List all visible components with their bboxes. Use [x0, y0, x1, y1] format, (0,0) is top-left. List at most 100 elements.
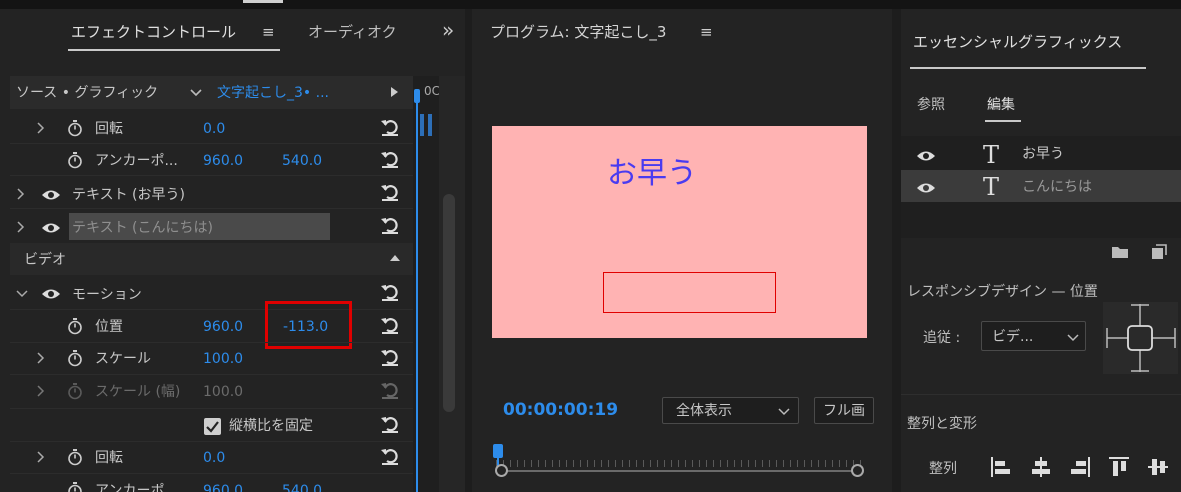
tab-browse[interactable]: 参照 [917, 95, 945, 115]
clip-label[interactable]: 文字起こし_3• ... [217, 83, 329, 103]
align-transform-label: 整列と変形 [907, 416, 977, 432]
quality-select[interactable]: フル画 [814, 397, 874, 424]
text-type-icon: T [983, 173, 1000, 201]
follow-select[interactable]: ビデ... [981, 321, 1086, 351]
layer-name[interactable]: お早う [1022, 144, 1064, 164]
anchor-label: アンカーポ... [95, 483, 178, 492]
position-y-value[interactable]: -113.0 [283, 317, 328, 337]
work-area-bar[interactable] [504, 470, 856, 472]
program-title[interactable]: プログラム: 文字起こし_3 [490, 22, 666, 42]
rotate-value[interactable]: 0.0 [203, 448, 225, 468]
row-divider [10, 473, 413, 474]
text-bounding-box[interactable] [603, 272, 776, 313]
reset-icon[interactable] [379, 117, 401, 137]
reset-icon[interactable] [379, 149, 401, 169]
align-center-v-icon[interactable] [1147, 456, 1169, 478]
timecode[interactable]: 00:00:00:19 [503, 400, 618, 420]
anchor-x-value[interactable]: 960.0 [203, 151, 243, 171]
align-right-icon[interactable] [1069, 456, 1091, 478]
reset-icon[interactable] [379, 347, 401, 367]
reset-icon[interactable] [379, 182, 401, 202]
scale-width-value: 100.0 [203, 384, 244, 400]
title-underline [910, 67, 1146, 69]
uniform-scale-label[interactable]: 縦横比を固定 [229, 416, 313, 436]
checkmark-icon [206, 421, 219, 433]
pin-widget[interactable] [1103, 302, 1178, 374]
responsive-design-label: レスポンシブデザイン — 位置 [907, 284, 1098, 300]
row-divider [10, 309, 413, 310]
playhead-line [416, 101, 418, 492]
row-divider [10, 441, 413, 442]
chevron-down-icon [1067, 334, 1079, 342]
reset-icon[interactable] [379, 414, 401, 434]
chevron-down-icon[interactable] [16, 290, 28, 298]
tab-edit[interactable]: 編集 [987, 95, 1015, 115]
eye-icon[interactable] [41, 188, 61, 202]
eye-icon[interactable] [916, 149, 936, 163]
stopwatch-icon[interactable] [67, 317, 83, 335]
anchor-y-value[interactable]: 540.0 [282, 481, 322, 492]
chevron-down-icon [778, 408, 790, 416]
anchor-x-value[interactable]: 960.0 [203, 481, 243, 492]
program-monitor-panel: プログラム: 文字起こし_3 ≡ お早う 00:00:00:19 全体表示 フル… [472, 9, 892, 492]
panel-menu-icon[interactable]: ≡ [262, 22, 275, 42]
stopwatch-icon[interactable] [67, 151, 83, 169]
chevron-right-icon[interactable] [17, 188, 25, 200]
out-point-handle[interactable] [851, 464, 864, 477]
playhead-handle[interactable] [493, 444, 503, 458]
scrollbar-thumb[interactable] [443, 194, 455, 412]
align-center-h-icon[interactable] [1030, 456, 1052, 478]
program-preview-canvas[interactable]: お早う [492, 126, 867, 338]
chevron-right-icon[interactable] [37, 451, 45, 463]
section-divider [901, 394, 1181, 395]
video-section-label: ビデオ [24, 252, 66, 268]
stopwatch-icon[interactable] [67, 448, 83, 466]
reset-icon[interactable] [379, 282, 401, 302]
scale-value[interactable]: 100.0 [203, 349, 243, 369]
text-layer-label[interactable]: テキスト (こんにちは) [72, 218, 213, 238]
folder-icon[interactable] [1111, 245, 1129, 259]
stopwatch-icon[interactable] [67, 349, 83, 367]
row-divider [10, 342, 413, 343]
rotate-value[interactable]: 0.0 [203, 119, 225, 139]
align-top-icon[interactable] [1108, 456, 1130, 478]
stopwatch-icon[interactable] [67, 119, 83, 137]
top-strip [0, 0, 1181, 9]
reset-icon [381, 383, 398, 399]
motion-label: モーション [72, 287, 142, 303]
chevron-right-icon[interactable] [37, 122, 45, 134]
row-divider [10, 143, 413, 144]
reset-icon[interactable] [379, 215, 401, 235]
eye-icon[interactable] [916, 181, 936, 195]
panel-menu-icon[interactable]: ≡ [700, 22, 713, 42]
time-ruler[interactable] [496, 446, 862, 470]
play-icon[interactable] [391, 87, 398, 97]
position-x-value[interactable]: 960.0 [203, 317, 243, 337]
uniform-scale-checkbox[interactable] [204, 418, 221, 435]
tab-underline [68, 49, 280, 51]
tab-effect-controls[interactable]: エフェクトコントロール [71, 22, 236, 42]
reset-icon[interactable] [379, 446, 401, 466]
anchor-y-value[interactable]: 540.0 [282, 151, 322, 171]
new-layer-icon[interactable] [1151, 244, 1167, 260]
essential-graphics-title[interactable]: エッセンシャルグラフィックス [913, 32, 1122, 52]
layer-name[interactable]: こんにちは [1022, 177, 1092, 197]
in-point-handle[interactable] [495, 464, 508, 477]
chevron-right-icon[interactable] [17, 221, 25, 233]
text-layer-label[interactable]: テキスト (お早う) [72, 185, 185, 205]
eye-icon[interactable] [41, 221, 61, 235]
stopwatch-icon[interactable] [67, 481, 83, 492]
preview-title-text[interactable]: お早う [607, 156, 697, 192]
chevron-down-icon[interactable] [190, 89, 202, 97]
zoom-select[interactable]: 全体表示 [662, 397, 799, 424]
reset-icon[interactable] [379, 315, 401, 335]
eye-icon[interactable] [41, 287, 61, 301]
essential-graphics-panel: エッセンシャルグラフィックス 参照 編集 T お早う T こんにちは レスポンシ… [901, 9, 1181, 492]
tab-audio[interactable]: オーディオク [308, 22, 397, 42]
chevron-right-icon[interactable] [37, 352, 45, 364]
timeline-marker-label: 0C [424, 84, 441, 98]
align-left-icon[interactable] [990, 456, 1012, 478]
overflow-icon[interactable]: » [442, 20, 454, 40]
chevron-right-icon[interactable] [37, 385, 45, 397]
collapse-icon[interactable] [390, 255, 400, 261]
